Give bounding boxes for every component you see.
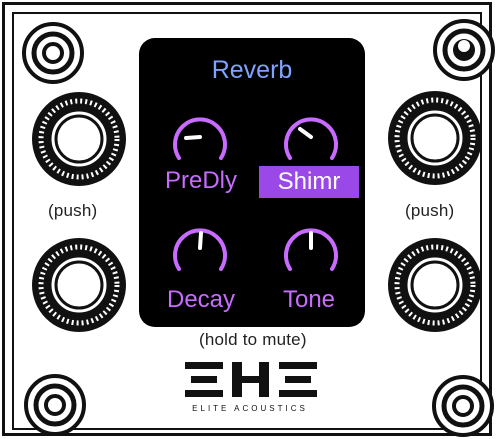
param-label-tone: Tone xyxy=(282,286,336,313)
tone-dial-icon xyxy=(284,228,338,271)
encoder-knob-top-left[interactable] xyxy=(29,89,129,189)
elite-acoustics-logo xyxy=(185,362,317,397)
param-label-decay: Decay xyxy=(166,286,236,313)
brand-tagline: ELITE ACOUSTICS xyxy=(192,404,308,413)
encoder-knob-bottom-left[interactable] xyxy=(29,235,129,335)
encoder-knob-bottom-right[interactable] xyxy=(385,235,485,335)
shimmer-dial-icon xyxy=(284,117,338,160)
predly-dial-icon xyxy=(173,117,227,160)
jack-top-right[interactable] xyxy=(431,17,497,83)
push-label-right: (push) xyxy=(405,201,455,220)
hold-to-mute-label: (hold to mute) xyxy=(199,330,307,349)
display-screen: Reverb PreDly Shimr Decay Tone xyxy=(139,38,365,327)
param-label-predly: PreDly xyxy=(164,167,237,194)
param-label-shimmer: Shimr xyxy=(259,166,359,198)
effect-title: Reverb xyxy=(211,56,293,84)
jack-top-left[interactable] xyxy=(20,20,86,86)
jack-bottom-left[interactable] xyxy=(22,372,88,438)
encoder-knob-top-right[interactable] xyxy=(385,88,485,188)
decay-dial-icon xyxy=(173,228,227,271)
jack-bottom-right[interactable] xyxy=(430,373,496,439)
push-label-left: (push) xyxy=(48,201,98,220)
device-panel: (push) (push) Reverb PreDly Shimr Decay … xyxy=(0,0,498,439)
